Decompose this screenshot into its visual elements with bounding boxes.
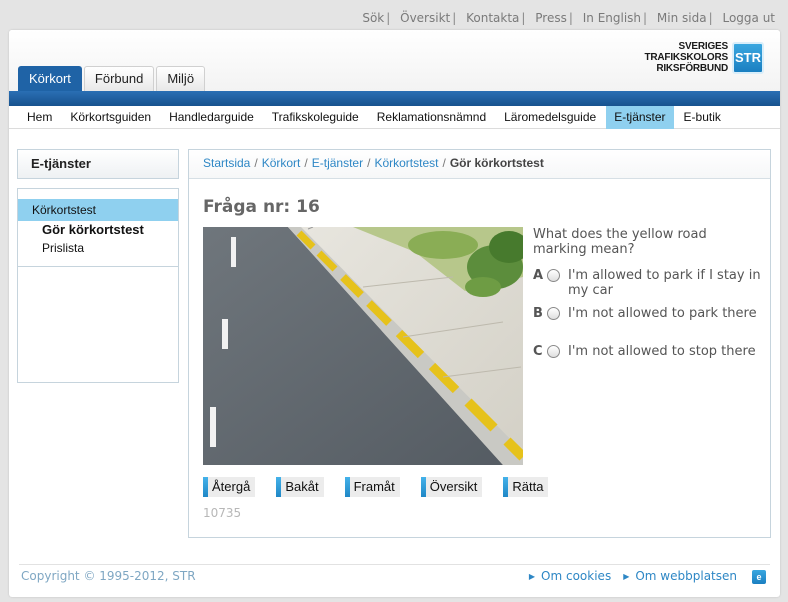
tab-forbund[interactable]: Förbund xyxy=(83,66,155,91)
arrow-right-icon: ▶ xyxy=(528,572,536,581)
breadcrumb: Startsida / Körkort / E-tjänster / Körkortstes… xyxy=(189,150,770,179)
sidebar-item-korkortstest[interactable]: Körkortstest xyxy=(18,199,178,221)
footer-link-label: Om webbplatsen xyxy=(635,569,737,583)
sidebar-item-prislista[interactable]: Prislista xyxy=(18,239,178,257)
nav-item-reklamationsnamnd[interactable]: Reklamationsnämnd xyxy=(369,106,494,129)
option-b-text: I'm not allowed to park there xyxy=(568,306,757,321)
footer-link-om-webbplatsen[interactable]: ▶ Om webbplatsen xyxy=(623,569,737,583)
separator: | xyxy=(568,11,573,25)
nav-item-laromedelsguide[interactable]: Läromedelsguide xyxy=(496,106,604,129)
breadcrumb-e-tjanster[interactable]: E-tjänster xyxy=(312,156,363,170)
logo-text: SVERIGES TRAFIKSKOLORS RIKSFÖRBUND xyxy=(644,41,728,74)
footer-divider xyxy=(19,564,770,565)
option-c-text: I'm not allowed to stop there xyxy=(568,344,756,359)
separator: | xyxy=(386,11,391,25)
nav-item-e-butik[interactable]: E-butik xyxy=(676,106,729,129)
option-a-radio[interactable] xyxy=(547,269,560,282)
top-link-oversikt[interactable]: Översikt xyxy=(400,11,450,25)
question-text: What does the yellow road marking mean? xyxy=(533,227,707,257)
logo-line-1: SVERIGES xyxy=(678,41,728,52)
tab-miljo[interactable]: Miljö xyxy=(156,66,206,91)
next-button[interactable]: Framåt xyxy=(344,477,400,497)
logo-line-2: TRAFIKSKOLORS xyxy=(644,52,728,63)
top-link-kontakta[interactable]: Kontakta xyxy=(466,11,519,25)
brand-bar xyxy=(9,91,780,106)
sidebar: Körkortstest Gör körkortstest Prislista xyxy=(17,188,179,383)
main-nav: Hem Körkortsguiden Handledarguide Trafik… xyxy=(9,106,780,129)
answer-option-c[interactable]: C I'm not allowed to stop there xyxy=(533,344,763,359)
main-content: Startsida / Körkort / E-tjänster / Körkortstes… xyxy=(188,149,771,538)
footer-links: ▶ Om cookies ▶ Om webbplatsen xyxy=(517,569,737,583)
breadcrumb-korkort[interactable]: Körkort xyxy=(262,156,301,170)
breadcrumb-startsida[interactable]: Startsida xyxy=(203,156,250,170)
separator: / xyxy=(367,156,371,170)
nav-item-trafikskoleguide[interactable]: Trafikskoleguide xyxy=(264,106,367,129)
option-letter-b: B xyxy=(533,306,543,321)
site-header: SVERIGES TRAFIKSKOLORS RIKSFÖRBUND STR K… xyxy=(9,30,780,91)
footer-link-label: Om cookies xyxy=(541,569,612,583)
top-links: Sök | Översikt | Kontakta | Press | In Engli… xyxy=(362,11,775,25)
top-link-press[interactable]: Press xyxy=(535,11,567,25)
previous-button[interactable]: Bakåt xyxy=(276,477,324,497)
str-logo-icon: STR xyxy=(732,41,764,74)
separator: | xyxy=(521,11,526,25)
question-buttons: Återgå Bakåt Framåt Översikt Rätta xyxy=(203,477,569,497)
separator: / xyxy=(254,156,258,170)
overview-button[interactable]: Översikt xyxy=(420,477,483,497)
question-title: Fråga nr: 16 xyxy=(203,197,320,217)
tab-korkort[interactable]: Körkort xyxy=(18,66,82,91)
nav-item-e-tjanster[interactable]: E-tjänster xyxy=(606,106,674,129)
top-link-logga-ut[interactable]: Logga ut xyxy=(722,11,775,25)
option-a-text: I'm allowed to park if I stay in my car xyxy=(568,268,761,298)
str-logo[interactable]: SVERIGES TRAFIKSKOLORS RIKSFÖRBUND STR xyxy=(644,41,764,74)
back-to-start-button[interactable]: Återgå xyxy=(203,477,256,497)
copyright: Copyright © 1995-2012, STR xyxy=(21,569,196,583)
question-code: 10735 xyxy=(203,506,242,520)
option-c-radio[interactable] xyxy=(547,345,560,358)
page-container: SVERIGES TRAFIKSKOLORS RIKSFÖRBUND STR K… xyxy=(9,30,780,597)
option-b-radio[interactable] xyxy=(547,307,560,320)
nav-item-korkortsguiden[interactable]: Körkortsguiden xyxy=(62,106,159,129)
separator: / xyxy=(304,156,308,170)
sidebar-header: E-tjänster xyxy=(17,149,179,179)
top-link-in-english[interactable]: In English xyxy=(583,11,641,25)
road-marking-illustration xyxy=(203,227,523,465)
breadcrumb-korkortstest[interactable]: Körkortstest xyxy=(374,156,438,170)
sidebar-item-gor-korkortstest[interactable]: Gör körkortstest xyxy=(18,221,178,239)
answer-option-b[interactable]: B I'm not allowed to park there xyxy=(533,306,763,321)
share-icon[interactable]: e xyxy=(752,570,766,584)
nav-item-hem[interactable]: Hem xyxy=(19,106,60,129)
footer-link-om-cookies[interactable]: ▶ Om cookies xyxy=(529,569,611,583)
separator: | xyxy=(708,11,713,25)
option-letter-a: A xyxy=(533,268,544,283)
top-link-min-sida[interactable]: Min sida xyxy=(657,11,707,25)
separator: | xyxy=(452,11,457,25)
road-illustration-svg xyxy=(203,227,523,465)
option-letter-c: C xyxy=(533,344,543,359)
separator: / xyxy=(442,156,446,170)
breadcrumb-current: Gör körkortstest xyxy=(449,156,544,170)
grade-button[interactable]: Rätta xyxy=(503,477,549,497)
sidebar-menu: Körkortstest Gör körkortstest Prislista xyxy=(18,189,178,267)
answer-option-a[interactable]: A I'm allowed to park if I stay in my ca… xyxy=(533,268,763,298)
logo-line-3: RIKSFÖRBUND xyxy=(656,63,728,74)
top-link-sok[interactable]: Sök xyxy=(362,11,384,25)
arrow-right-icon: ▶ xyxy=(623,572,630,581)
separator: | xyxy=(643,11,648,25)
site-tabs: Körkort Förbund Miljö xyxy=(18,66,207,91)
nav-item-handledarguide[interactable]: Handledarguide xyxy=(161,106,262,129)
